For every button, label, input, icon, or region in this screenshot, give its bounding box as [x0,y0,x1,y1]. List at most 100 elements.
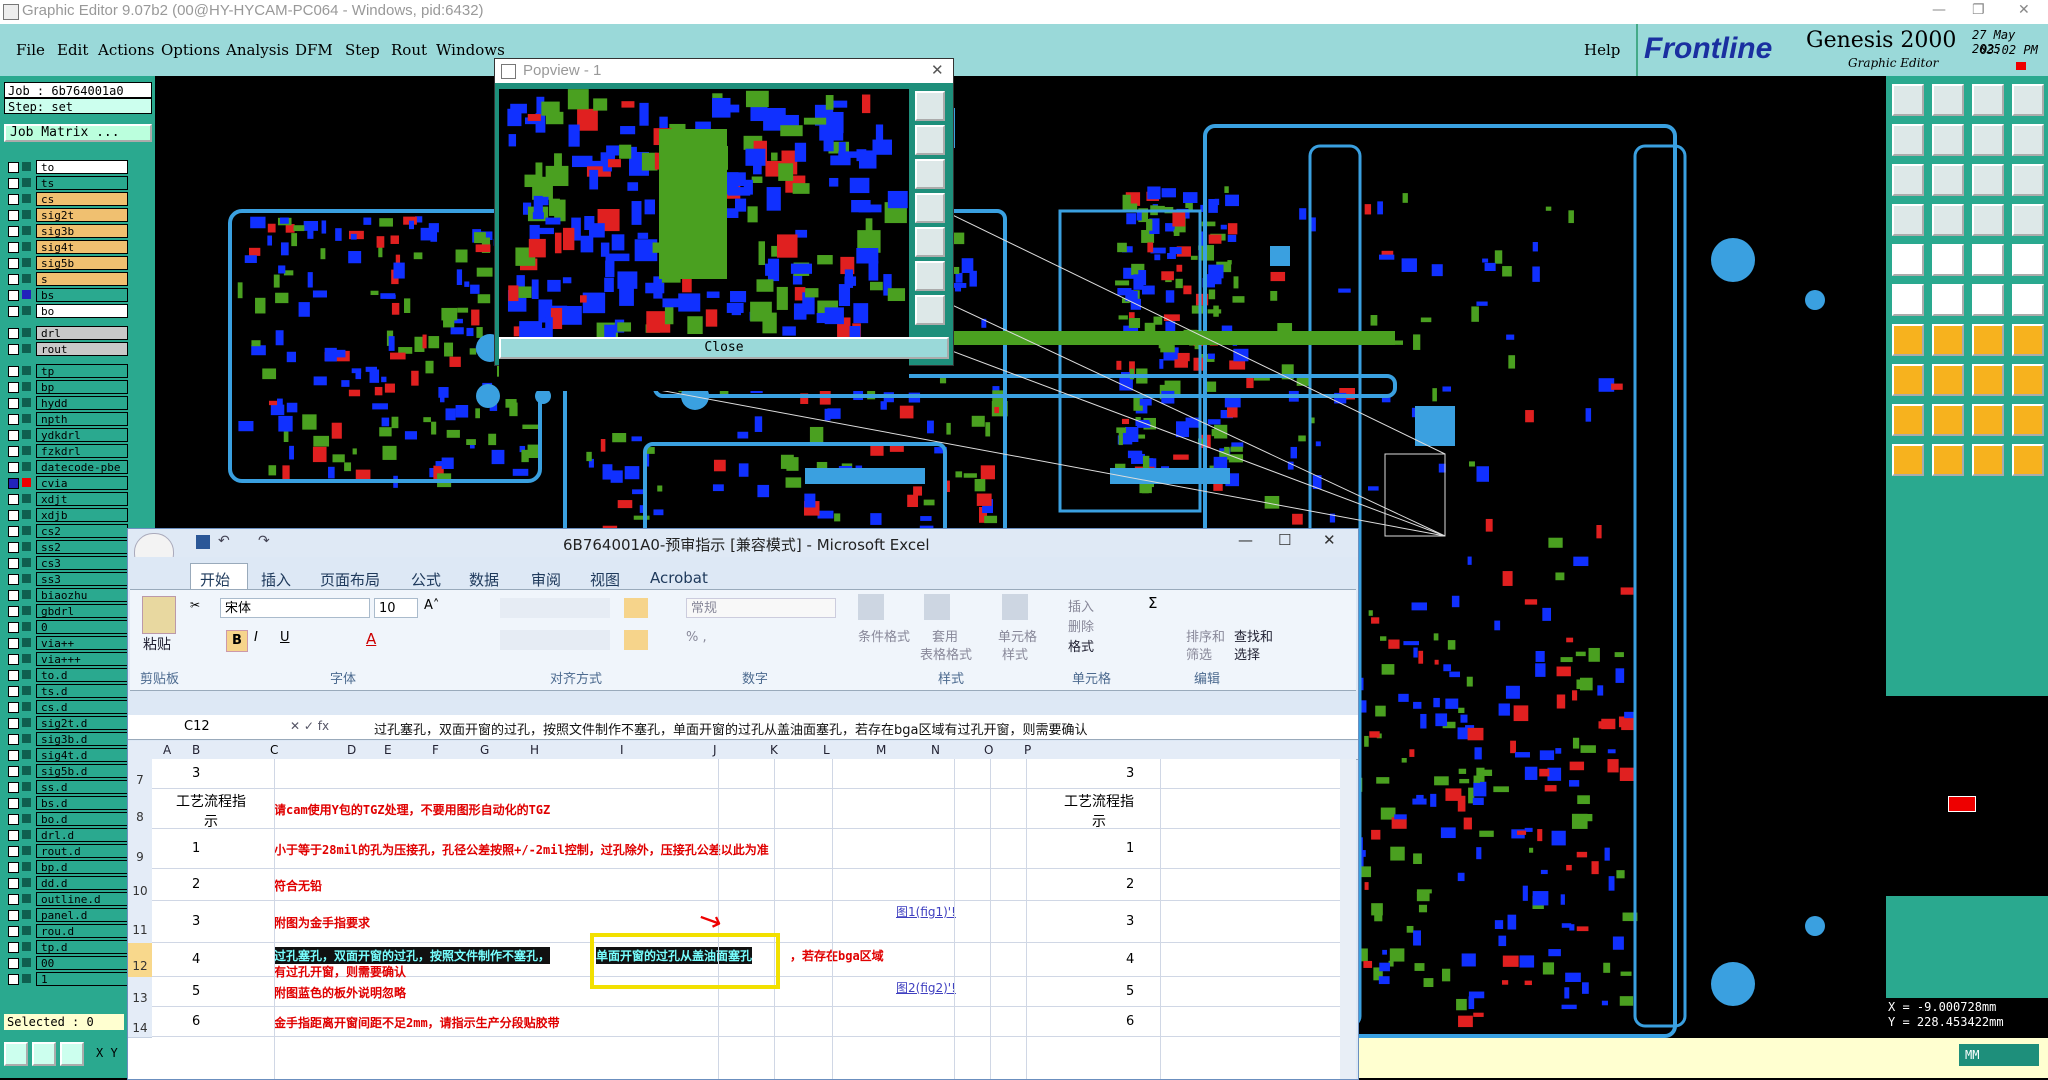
tool-button-4-icon[interactable] [1892,124,1924,156]
tool-button-16-icon[interactable] [1892,244,1924,276]
tool-button-15-icon[interactable] [2012,204,2044,236]
column-header[interactable]: L [823,743,830,757]
popview-titlebar[interactable]: Popview - 1 ✕ [495,59,953,83]
tool-button-18-icon[interactable] [1972,244,2004,276]
layer-state-box[interactable] [22,686,31,695]
cell-style-icon[interactable] [1002,594,1028,620]
format-cells-button[interactable]: 格式 [1068,636,1094,655]
layer-row[interactable]: s [6,272,128,286]
tool-button-24-icon[interactable] [1892,324,1924,356]
layer-name[interactable]: ss.d [36,780,128,794]
layer-name[interactable]: outline.d [36,892,128,906]
layer-row[interactable]: ss3 [6,572,128,586]
tool-button-22-icon[interactable] [1972,284,2004,316]
cell-c[interactable]: 附图为金手指要求 [274,914,370,931]
layer-name[interactable]: ss3 [36,572,128,586]
cell-c3[interactable]: ，若存在bga区域 [790,947,884,964]
measure-tool-icon[interactable] [32,1042,56,1066]
layer-name[interactable]: sig4t.d [36,748,128,762]
layer-row[interactable]: bp.d [6,860,128,874]
layer-name[interactable]: bo [36,304,128,318]
layer-row[interactable]: panel.d [6,908,128,922]
layer-row[interactable]: cs3 [6,556,128,570]
layer-checkbox[interactable] [8,194,19,205]
menu-dfm[interactable]: DFM [295,41,333,59]
layer-row[interactable]: to [6,160,128,174]
layer-row[interactable]: drl [6,326,128,340]
column-header[interactable]: M [876,743,886,757]
column-header[interactable]: J [713,743,717,757]
layer-checkbox[interactable] [8,414,19,425]
layer-state-box[interactable] [22,494,31,503]
layer-row[interactable]: sig5b.d [6,764,128,778]
paste-button[interactable]: 粘贴 [143,634,171,654]
conditional-format-icon[interactable] [858,594,884,620]
layer-name[interactable]: hydd [36,396,128,410]
layer-name[interactable]: xdjt [36,492,128,506]
tool-button-2-icon[interactable] [1972,84,2004,116]
tool-button-6-icon[interactable] [1972,124,2004,156]
layer-checkbox[interactable] [8,430,19,441]
layer-checkbox[interactable] [8,462,19,473]
tool-button-30-icon[interactable] [1972,364,2004,396]
layer-checkbox[interactable] [8,526,19,537]
layer-state-box[interactable] [22,162,31,171]
layer-name[interactable]: 1 [36,972,128,986]
layer-checkbox[interactable] [8,926,19,937]
layer-checkbox[interactable] [8,958,19,969]
table-format-line2[interactable]: 表格格式 [920,644,972,663]
tool-button-29-icon[interactable] [1932,364,1964,396]
cell-c1[interactable]: 过孔塞孔，双面开窗的过孔，按照文件制作不塞孔， [274,947,551,964]
tool-button-10-icon[interactable] [1972,164,2004,196]
layer-name[interactable]: rout [36,342,128,356]
layer-checkbox[interactable] [8,178,19,189]
layer-row[interactable]: ss2 [6,540,128,554]
tool-button-20-icon[interactable] [1892,284,1924,316]
tool-button-39-icon[interactable] [2012,444,2044,476]
layer-state-box[interactable] [22,782,31,791]
cell-b[interactable]: 1 [192,841,200,856]
layer-state-box[interactable] [22,526,31,535]
layer-row[interactable]: dd.d [6,876,128,890]
layer-state-box[interactable] [22,462,31,471]
grow-font-icon[interactable]: A˄ [424,598,439,613]
layer-state-box[interactable] [22,210,31,219]
layer-state-box[interactable] [22,846,31,855]
layer-name[interactable]: cs3 [36,556,128,570]
tab-acrobat[interactable]: Acrobat [650,569,708,587]
layer-row[interactable]: cs [6,192,128,206]
column-header[interactable]: P [1024,743,1031,757]
layer-state-box[interactable] [22,366,31,375]
sum-icon[interactable]: Σ [1148,594,1157,612]
minimize-button[interactable]: — [1932,2,1946,18]
layer-state-box[interactable] [22,274,31,283]
job-matrix-button[interactable]: Job Matrix ... [4,124,152,142]
menu-options[interactable]: Options [161,41,220,59]
column-header[interactable]: D [347,743,356,757]
layer-row[interactable]: bp [6,380,128,394]
vertical-scrollbar[interactable] [1340,759,1356,1079]
layer-state-box[interactable] [22,306,31,315]
row-header[interactable]: 10 [128,869,152,902]
layer-checkbox[interactable] [8,766,19,777]
layer-name[interactable]: rou.d [36,924,128,938]
row-header[interactable]: 9 [128,829,152,870]
excel-minimize-button[interactable]: — [1238,531,1253,549]
tab-home[interactable]: 开始 [200,569,230,590]
layer-name[interactable]: via+++ [36,652,128,666]
cell-m[interactable]: 3 [1126,766,1134,781]
layer-checkbox[interactable] [8,878,19,889]
layer-checkbox[interactable] [8,830,19,841]
tool-button-19-icon[interactable] [2012,244,2044,276]
tool-button-36-icon[interactable] [1892,444,1924,476]
row-header[interactable]: 11 [128,901,152,944]
layer-name[interactable]: gbdrl [36,604,128,618]
menu-step[interactable]: Step [345,41,380,59]
tool-button-1-icon[interactable] [1932,84,1964,116]
row-header[interactable]: 13 [128,977,152,1008]
layer-checkbox[interactable] [8,590,19,601]
layer-checkbox[interactable] [8,814,19,825]
popview-tool-1-icon[interactable] [915,91,945,121]
layer-state-box[interactable] [22,830,31,839]
layer-checkbox[interactable] [8,574,19,585]
